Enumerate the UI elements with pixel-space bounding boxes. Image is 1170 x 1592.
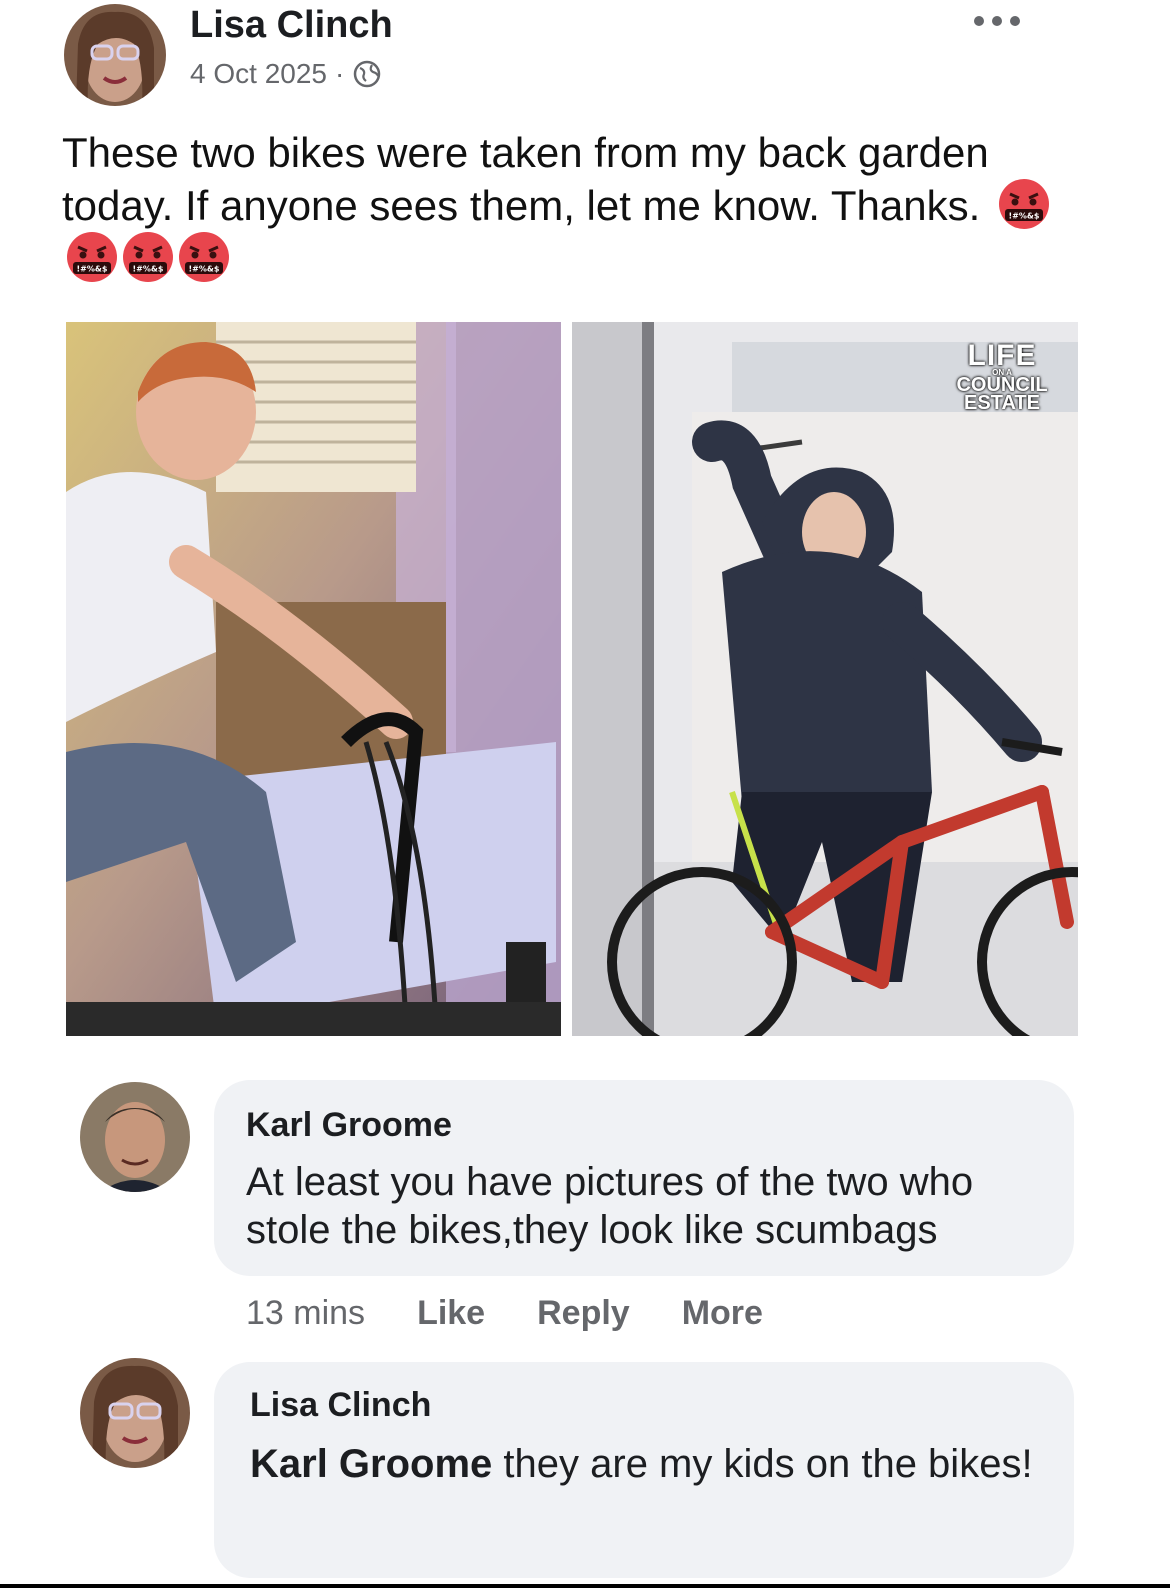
post-body: These two bikes were taken from my back …: [62, 128, 1092, 284]
dot: [974, 16, 984, 26]
comment-author-name[interactable]: Karl Groome: [246, 1106, 452, 1145]
emoji-symbols: !#%&$: [189, 265, 220, 274]
avatar-photo: [80, 1082, 190, 1192]
dot: [992, 16, 1002, 26]
photo-indoor-bike-illustration: [66, 322, 561, 1036]
swearing-emoji-icon: !#%&$: [179, 232, 229, 282]
watermark-line-1: LIFE: [967, 339, 1037, 372]
comment-bubble: Lisa Clinch Karl Groome they are my kids…: [214, 1362, 1074, 1578]
avatar-photo: [64, 4, 166, 106]
comment-actions: 13 mins Like Reply More: [246, 1294, 763, 1333]
emoji-symbols: !#%&$: [1009, 212, 1040, 221]
comment-avatar-karl[interactable]: [80, 1082, 190, 1192]
more-button[interactable]: More: [682, 1294, 763, 1333]
emoji-symbols: !#%&$: [133, 265, 164, 274]
reply-button[interactable]: Reply: [537, 1294, 630, 1333]
comment-author-name[interactable]: Lisa Clinch: [250, 1386, 431, 1425]
dot: [1010, 16, 1020, 26]
emoji-symbols: !#%&$: [77, 265, 108, 274]
comment-text-body: they are my kids on the bikes!: [492, 1442, 1033, 1486]
post-text: These two bikes were taken from my back …: [62, 129, 989, 229]
like-button[interactable]: Like: [417, 1294, 485, 1333]
avatar-photo: [80, 1358, 190, 1468]
swearing-emoji-icon: !#%&$: [67, 232, 117, 282]
post-author-name[interactable]: Lisa Clinch: [190, 4, 393, 47]
swearing-emoji-icon: !#%&$: [999, 179, 1050, 229]
more-options-icon[interactable]: [974, 16, 1020, 26]
comment-time[interactable]: 13 mins: [246, 1294, 365, 1333]
comment-text: At least you have pictures of the two wh…: [246, 1160, 974, 1252]
photo-outdoor-bike-illustration: [572, 322, 1078, 1036]
post-date[interactable]: 4 Oct 2025: [190, 58, 327, 90]
comment-bubble: Karl Groome At least you have pictures o…: [214, 1080, 1074, 1276]
post-photo-left[interactable]: [66, 322, 561, 1036]
bottom-divider: [0, 1584, 1170, 1588]
comment-text: Karl Groome they are my kids on the bike…: [250, 1440, 1050, 1488]
post-photo-right[interactable]: LIFE ON A COUNCIL ESTATE: [572, 322, 1078, 1036]
swearing-emoji-icon: !#%&$: [123, 232, 173, 282]
mention-link[interactable]: Karl Groome: [250, 1442, 492, 1486]
post-meta: 4 Oct 2025 ·: [190, 58, 382, 90]
meta-separator: ·: [334, 58, 345, 89]
watermark-logo: LIFE ON A COUNCIL ESTATE: [954, 339, 1050, 415]
comment-avatar-lisa[interactable]: [80, 1358, 190, 1468]
post-author-avatar[interactable]: [64, 4, 166, 106]
globe-icon: [354, 60, 381, 88]
watermark-line-4: ESTATE: [964, 392, 1040, 415]
